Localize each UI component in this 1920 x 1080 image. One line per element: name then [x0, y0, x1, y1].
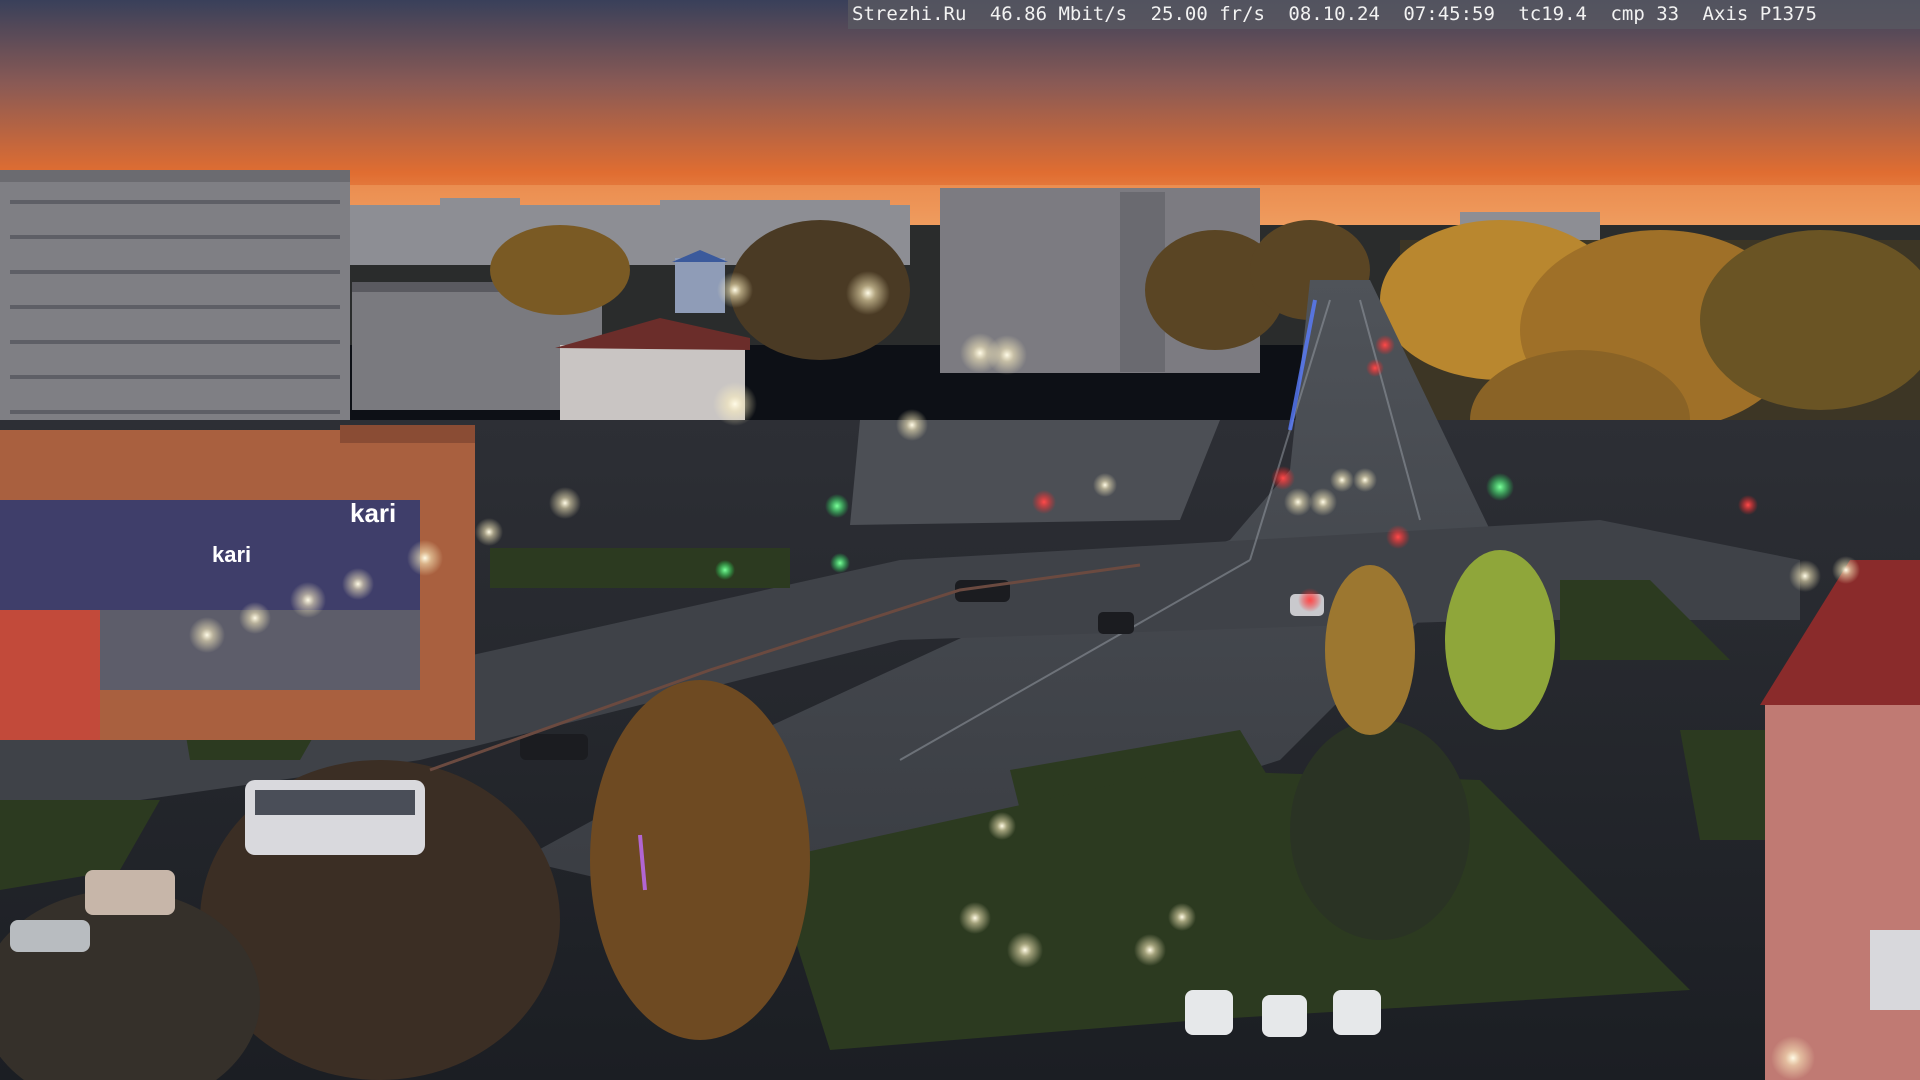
osd-cmp: cmp 33 [1610, 3, 1680, 25]
camera-osd-overlay: Strezhi.Ru 46.86 Mbit/s 25.00 fr/s 08.10… [848, 0, 1920, 29]
osd-date: 08.10.24 [1288, 3, 1380, 25]
shopping-center [0, 425, 475, 740]
osd-time: 07:45:59 [1403, 3, 1495, 25]
bus [245, 780, 425, 855]
osd-camera-model: Axis P1375 [1702, 3, 1817, 25]
osd-framerate: 25.00 fr/s [1150, 3, 1265, 25]
store-sign-front: kari [212, 542, 251, 567]
osd-bitrate: 46.86 Mbit/s [989, 3, 1128, 25]
osd-site: Strezhi.Ru [852, 3, 967, 25]
osd-tc: tc19.4 [1518, 3, 1587, 25]
city-street-scene: kari kari [0, 0, 1920, 1080]
store-sign-main: kari [350, 498, 396, 528]
